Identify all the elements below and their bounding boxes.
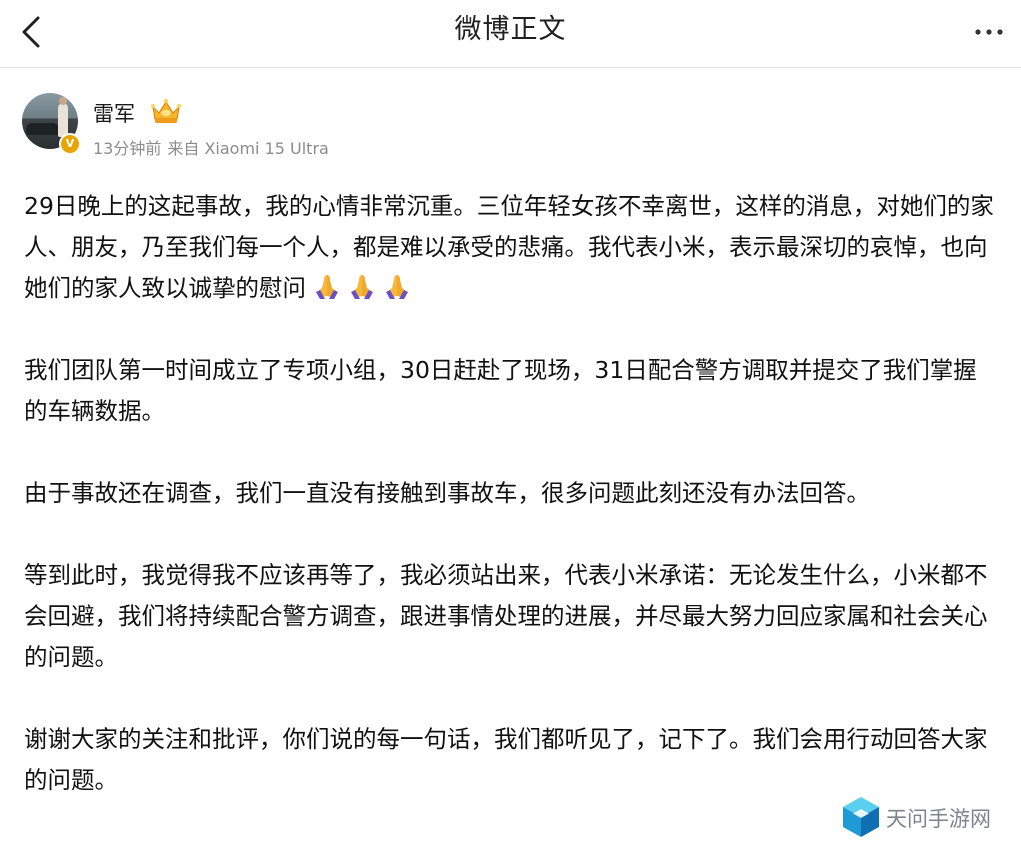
more-button[interactable] (971, 14, 1007, 50)
verified-badge: V (59, 133, 81, 155)
post-paragraph: 由于事故还在调查，我们一直没有接触到事故车，很多问题此刻还没有办法回答。 (24, 479, 870, 507)
post-paragraph: 29日晚上的这起事故，我的心情非常沉重。三位年轻女孩不幸离世，这样的消息，对她们… (24, 186, 999, 309)
crown-icon[interactable] (149, 97, 183, 125)
post-content: 29日晚上的这起事故，我的心情非常沉重。三位年轻女孩不幸离世，这样的消息，对她们… (24, 186, 999, 842)
author-name[interactable]: 雷军 (93, 98, 135, 128)
folded-hands-icon (316, 275, 338, 299)
paragraph-text: 29日晚上的这起事故，我的心情非常沉重。三位年轻女孩不幸离世，这样的消息，对她们… (24, 192, 994, 302)
folded-hands-icon (386, 275, 408, 299)
cube-logo-icon (843, 797, 879, 837)
post-paragraph: 等到此时，我觉得我不应该再等了，我必须站出来，代表小米承诺：无论发生什么，小米都… (24, 561, 988, 671)
post-time: 13分钟前 (93, 139, 162, 158)
avatar-car-shape (26, 123, 60, 135)
page-title: 微博正文 (454, 14, 567, 45)
avatar[interactable]: V (22, 93, 81, 155)
more-horizontal-icon (975, 29, 1003, 35)
avatar-person-shape (58, 103, 68, 137)
avatar-head-shape (59, 97, 67, 105)
post-source: 来自 Xiaomi 15 Ultra (167, 139, 329, 158)
post-paragraph: 谢谢大家的关注和批评，你们说的每一句话，我们都听见了，记下了。我们会用行动回答大… (24, 725, 988, 794)
navbar: 微博正文 (0, 0, 1021, 68)
post-meta: 13分钟前 来自 Xiaomi 15 Ultra (93, 135, 329, 159)
folded-hands-icon (351, 275, 373, 299)
watermark-text: 天问手游网 (886, 807, 991, 831)
watermark: 天问手游网 (840, 795, 1010, 839)
author-header: V 雷军 13分钟前 来自 Xiaomi 15 Ultra (22, 93, 622, 159)
post-paragraph: 我们团队第一时间成立了专项小组，30日赶赴了现场，31日配合警方调取并提交了我们… (24, 356, 977, 425)
